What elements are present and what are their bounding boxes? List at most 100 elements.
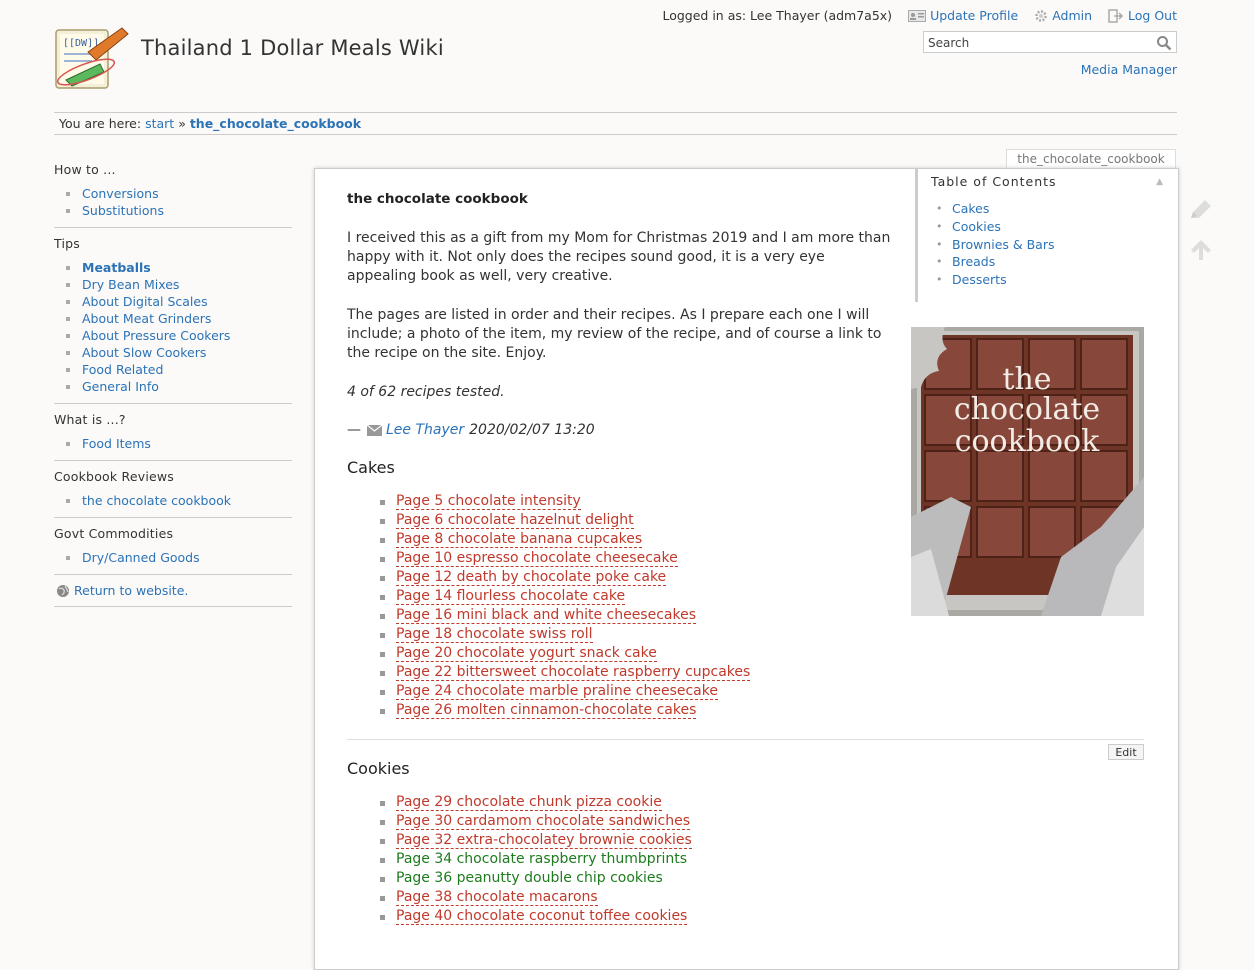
breadcrumb-current[interactable]: the_chocolate_cookbook [190, 116, 361, 131]
recipe-link[interactable]: Page 22 bittersweet chocolate raspberry … [396, 664, 751, 681]
sidebar-link-food-related[interactable]: Food Related [82, 362, 163, 377]
sidebar-item: the chocolate cookbook [64, 492, 292, 509]
sidebar-link-food-items[interactable]: Food Items [82, 436, 151, 451]
recipe-link[interactable]: Page 40 chocolate coconut toffee cookies [396, 908, 688, 925]
edit-page-pencil-icon[interactable] [1187, 198, 1213, 228]
sidebar-section-how-to: How to ... Conversions Substitutions [54, 162, 292, 228]
toc-item: Brownies & Bars [936, 236, 1055, 254]
recipe-link[interactable]: Page 30 cardamom chocolate sandwiches [396, 813, 691, 830]
breadcrumb-separator: » [178, 116, 186, 131]
sidebar-heading: How to ... [54, 162, 116, 177]
recipe-link-existing[interactable]: Page 34 chocolate raspberry thumbprints [396, 851, 687, 867]
recipe-link[interactable]: Page 29 chocolate chunk pizza cookie [396, 794, 662, 811]
sidebar-item: About Slow Cookers [64, 344, 292, 361]
sidebar-link-meatballs[interactable]: Meatballs [82, 260, 151, 275]
list-item: Page 29 chocolate chunk pizza cookie [380, 793, 692, 812]
recipe-link[interactable]: Page 12 death by chocolate poke cake [396, 569, 667, 586]
pages-note-paragraph: The pages are listed in order and their … [347, 307, 882, 361]
list-item: Page 12 death by chocolate poke cake [380, 568, 750, 587]
list-item: Page 40 chocolate coconut toffee cookies [380, 907, 692, 926]
sidebar-item: Dry/Canned Goods [64, 549, 292, 566]
sidebar-link-digital-scales[interactable]: About Digital Scales [82, 294, 208, 309]
sidebar-link-slow-cookers[interactable]: About Slow Cookers [82, 345, 206, 360]
cookies-recipe-list: Page 29 chocolate chunk pizza cookie Pag… [380, 793, 692, 926]
toc-heading[interactable]: Table of Contents [931, 174, 1057, 189]
profile-card-icon [908, 9, 927, 22]
sidebar-item: Food Items [64, 435, 292, 452]
recipe-link[interactable]: Page 16 mini black and white cheesecakes [396, 607, 697, 624]
recipe-link[interactable]: Page 24 chocolate marble praline cheesec… [396, 683, 718, 700]
toc-link-breads[interactable]: Breads [952, 254, 995, 269]
list-item: Page 16 mini black and white cheesecakes [380, 606, 750, 625]
recipe-link[interactable]: Page 18 chocolate swiss roll [396, 626, 593, 643]
sidebar-item: Dry Bean Mixes [64, 276, 292, 293]
book-cover-image[interactable]: the chocolate cookbook [911, 327, 1144, 616]
back-to-top-arrow-icon[interactable] [1189, 238, 1213, 266]
toc-link-brownies-bars[interactable]: Brownies & Bars [952, 237, 1055, 252]
toc-link-cakes[interactable]: Cakes [952, 201, 989, 216]
recipe-link[interactable]: Page 38 chocolate macarons [396, 889, 598, 906]
recipe-link[interactable]: Page 6 chocolate hazelnut delight [396, 512, 634, 529]
list-item: Page 36 peanutty double chip cookies [380, 869, 692, 888]
sidebar-link-conversions[interactable]: Conversions [82, 186, 159, 201]
sidebar: How to ... Conversions Substitutions Tip… [54, 162, 292, 615]
sidebar-link-dry-canned-goods[interactable]: Dry/Canned Goods [82, 550, 200, 565]
sidebar-link-substitutions[interactable]: Substitutions [82, 203, 164, 218]
list-item: Page 26 molten cinnamon-chocolate cakes [380, 701, 750, 720]
admin-link[interactable]: Admin [1034, 8, 1092, 23]
toc-collapse-icon[interactable]: ▲ [1156, 177, 1163, 187]
breadcrumb-start[interactable]: start [145, 116, 174, 131]
sidebar-link-pressure-cookers[interactable]: About Pressure Cookers [82, 328, 230, 343]
section-divider [347, 739, 1144, 740]
cakes-recipe-list: Page 5 chocolate intensity Page 6 chocol… [380, 492, 751, 720]
recipe-link[interactable]: Page 14 flourless chocolate cake [396, 588, 626, 605]
sidebar-section-tips: Tips Meatballs Dry Bean Mixes About Digi… [54, 236, 292, 404]
search-icon[interactable] [1156, 35, 1172, 51]
svg-text:cookbook: cookbook [955, 424, 1100, 459]
sidebar-link-dry-bean-mixes[interactable]: Dry Bean Mixes [82, 277, 179, 292]
user-tools: Logged in as: Lee Thayer (adm7a5x) Updat… [662, 8, 1177, 23]
search-input[interactable] [926, 33, 1150, 53]
recipe-link-existing[interactable]: Page 36 peanutty double chip cookies [396, 870, 663, 886]
media-manager-link[interactable]: Media Manager [1081, 62, 1177, 77]
list-item: Page 20 chocolate yogurt snack cake [380, 644, 750, 663]
signature-author-link[interactable]: Lee Thayer [386, 421, 464, 440]
logout-link[interactable]: Log Out [1108, 8, 1177, 23]
list-item: Page 6 chocolate hazelnut delight [380, 511, 750, 530]
signature-dash: — [347, 422, 361, 438]
toc-item: Cookies [936, 218, 1055, 236]
breadcrumb-prefix: You are here: [59, 116, 142, 131]
recipe-link[interactable]: Page 32 extra-chocolatey brownie cookies [396, 832, 692, 849]
gear-icon [1035, 9, 1047, 22]
sidebar-heading: Govt Commodities [54, 526, 174, 541]
svg-text:[[DW]]: [[DW]] [63, 38, 99, 49]
mail-icon [367, 425, 382, 436]
recipe-link[interactable]: Page 5 chocolate intensity [396, 493, 581, 510]
return-to-website-link[interactable]: Return to website. [54, 583, 292, 598]
sidebar-link-meat-grinders[interactable]: About Meat Grinders [82, 311, 211, 326]
recipe-link[interactable]: Page 20 chocolate yogurt snack cake [396, 645, 657, 662]
toc-link-desserts[interactable]: Desserts [952, 272, 1007, 287]
toc-link-cookies[interactable]: Cookies [952, 219, 1001, 234]
logout-label: Log Out [1128, 8, 1177, 23]
edit-section-button[interactable]: Edit [1108, 744, 1144, 760]
sidebar-link-general-info[interactable]: General Info [82, 379, 159, 394]
sidebar-link-chocolate-cookbook[interactable]: the chocolate cookbook [82, 493, 231, 508]
recipe-link[interactable]: Page 10 espresso chocolate cheesecake [396, 550, 678, 567]
list-item: Page 18 chocolate swiss roll [380, 625, 750, 644]
search-box [923, 31, 1177, 53]
list-item: Page 24 chocolate marble praline cheesec… [380, 682, 750, 701]
site-title[interactable]: Thailand 1 Dollar Meals Wiki [141, 36, 444, 60]
sidebar-item: Meatballs [64, 259, 292, 276]
sidebar-heading: Cookbook Reviews [54, 469, 175, 484]
logout-icon [1108, 8, 1124, 23]
list-item: Page 10 espresso chocolate cheesecake [380, 549, 750, 568]
recipe-link[interactable]: Page 8 chocolate banana cupcakes [396, 531, 643, 548]
update-profile-link[interactable]: Update Profile [908, 8, 1018, 23]
toc-item: Cakes [936, 200, 1055, 218]
return-to-website-label: Return to website. [74, 583, 189, 598]
site-logo[interactable]: [[DW]] [52, 24, 130, 94]
list-item: Page 30 cardamom chocolate sandwiches [380, 812, 692, 831]
sidebar-section-govt-commodities: Govt Commodities Dry/Canned Goods [54, 526, 292, 575]
recipe-link[interactable]: Page 26 molten cinnamon-chocolate cakes [396, 702, 697, 719]
